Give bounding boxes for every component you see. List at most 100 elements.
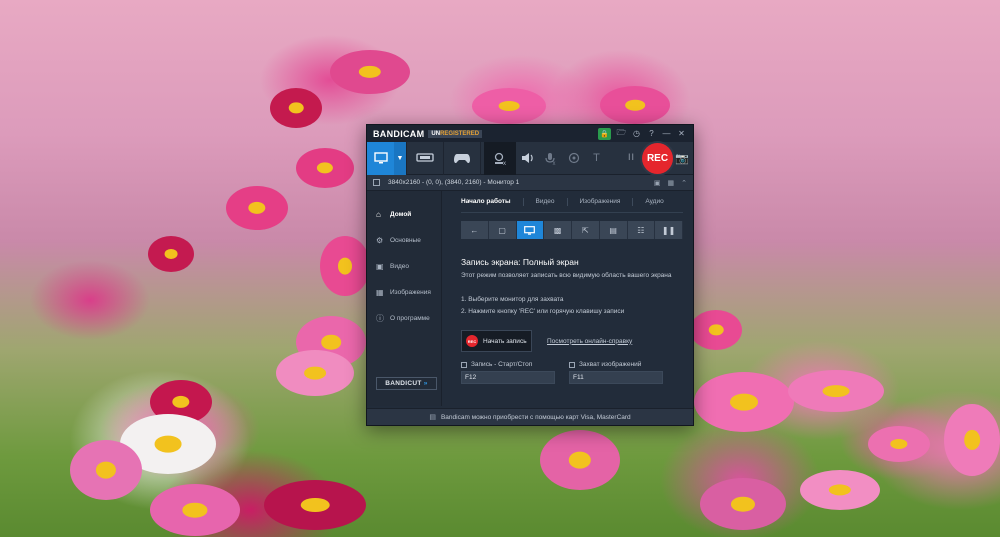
start-recording-button[interactable]: REC Начать запись xyxy=(461,330,532,352)
flower-decoration xyxy=(788,370,884,412)
record-hotkey-checkbox[interactable] xyxy=(461,361,467,368)
flower-decoration xyxy=(800,470,880,510)
rec-dot-icon: REC xyxy=(466,335,478,347)
main-panel: Начало работы Видео Изображения Аудио ← … xyxy=(442,191,693,406)
close-icon[interactable]: ✕ xyxy=(674,125,689,142)
sidebar-item-images[interactable]: ▦ Изображения xyxy=(367,279,441,305)
title-bar-controls: 🔒 🗁 ◷ ? — ✕ xyxy=(598,125,689,142)
tab-images[interactable]: Изображения xyxy=(580,198,621,205)
image-icon[interactable]: ▦ xyxy=(668,179,675,187)
sidebar-item-label: О программе xyxy=(390,314,430,322)
window-mouse-icon: ▩ xyxy=(553,225,562,235)
game-mode-button[interactable] xyxy=(444,141,481,175)
device-mode-button[interactable] xyxy=(407,141,444,175)
rec-button[interactable]: REC xyxy=(642,143,673,174)
device-mode-button[interactable]: ▤ xyxy=(599,221,628,239)
video-icon[interactable]: ▣ xyxy=(654,179,661,187)
fullscreen-mode-button[interactable] xyxy=(516,221,545,239)
flower-decoration xyxy=(700,478,786,530)
actions-row: REC Начать запись Посмотреть онлайн-спра… xyxy=(461,330,683,352)
gamepad-icon xyxy=(454,153,470,163)
capture-target-text: 3840x2160 - (0, 0), (3840, 2160) - Монит… xyxy=(388,179,520,186)
bandicut-suffix: CUT xyxy=(407,380,422,387)
hdmi-icon: ▤ xyxy=(609,225,617,235)
game-mode-button[interactable]: ☷ xyxy=(627,221,656,239)
flower-decoration xyxy=(296,148,354,188)
text-overlay-button[interactable]: T xyxy=(585,142,608,175)
tab-getting-started[interactable]: Начало работы xyxy=(461,198,511,205)
sidebar-item-general[interactable]: ⚙ Основные xyxy=(367,227,441,253)
chevron-up-icon[interactable]: ⌃ xyxy=(681,179,687,187)
audio-only-mode-button[interactable]: ❚❚ xyxy=(655,221,683,239)
speaker-icon xyxy=(522,153,533,163)
webcam-icon: x xyxy=(494,152,506,165)
chevron-down-icon[interactable]: ▼ xyxy=(394,141,407,175)
sidebar-item-video[interactable]: ▣ Видео xyxy=(367,253,441,279)
app-logo: BANDICAM xyxy=(373,128,425,139)
svg-text:x: x xyxy=(503,161,506,165)
sidebar-item-home[interactable]: ⌂ Домой xyxy=(367,201,441,227)
status-bar[interactable]: ▤ Bandicam можно приобрести с помощью ка… xyxy=(367,408,693,425)
sidebar-item-about[interactable]: ⓘ О программе xyxy=(367,305,441,331)
record-hotkey-label: Запись - Старт/Стоп xyxy=(471,361,533,368)
step-1: 1. Выберите монитор для захвата xyxy=(461,296,564,303)
clock-icon[interactable]: ◷ xyxy=(629,125,644,142)
pause-button[interactable]: II xyxy=(628,152,635,162)
capture-options: x x T xyxy=(484,141,608,175)
speaker-button[interactable] xyxy=(516,142,539,175)
around-mouse-mode-button[interactable]: ▩ xyxy=(544,221,572,239)
flower-decoration xyxy=(226,186,288,230)
svg-text:x: x xyxy=(553,161,556,165)
infobar-controls: ▣ ▦ ⌃ xyxy=(654,175,687,191)
back-arrow-button[interactable]: ← xyxy=(461,221,489,239)
folder-icon[interactable]: 🗁 xyxy=(614,125,629,142)
sidebar-item-label: Основные xyxy=(390,236,421,244)
flower-decoration xyxy=(270,88,322,128)
tab-video[interactable]: Видео xyxy=(536,198,555,205)
screen-mode-button[interactable] xyxy=(367,141,394,175)
tab-bar: Начало работы Видео Изображения Аудио xyxy=(461,191,683,213)
target-checkbox[interactable] xyxy=(373,179,380,186)
hdmi-icon xyxy=(416,153,434,162)
flower-decoration xyxy=(600,86,670,124)
help-icon[interactable]: ? xyxy=(644,125,659,142)
flower-decoration xyxy=(148,236,194,272)
gear-icon: ⚙ xyxy=(376,235,384,245)
bandicut-link[interactable]: BANDI CUT » xyxy=(376,377,437,390)
tab-audio[interactable]: Аудио xyxy=(645,198,663,205)
online-help-link[interactable]: Посмотреть онлайн-справку xyxy=(547,338,632,345)
flower-decoration xyxy=(264,480,366,530)
home-icon: ⌂ xyxy=(376,209,381,219)
flower-decoration xyxy=(276,350,354,396)
lock-icon[interactable]: 🔒 xyxy=(598,127,611,140)
cursor-effects-button[interactable] xyxy=(562,142,585,175)
audio-wave-icon: ❚❚ xyxy=(661,225,676,235)
microphone-button[interactable]: x xyxy=(539,142,562,175)
flower-decoration xyxy=(540,430,620,490)
minimize-icon[interactable]: — xyxy=(659,125,674,142)
record-hotkey-field[interactable]: F12 xyxy=(461,371,555,384)
sidebar: ⌂ Домой ⚙ Основные ▣ Видео ▦ Изображения… xyxy=(367,191,442,406)
title-bar: BANDICAM UNREGISTERED 🔒 🗁 ◷ ? — ✕ xyxy=(367,125,693,142)
step-2: 2. Нажмите кнопку 'REC' или горячую клав… xyxy=(461,308,625,315)
flower-decoration xyxy=(690,310,742,350)
info-icon: ⓘ xyxy=(376,313,384,323)
capture-hotkey-field[interactable]: F11 xyxy=(569,371,663,384)
cursor-mode-button[interactable]: ⇱ xyxy=(572,221,600,239)
video-icon: ▣ xyxy=(376,261,384,271)
capture-hotkey-checkbox[interactable] xyxy=(569,361,575,368)
record-hotkey: Запись - Старт/Стоп F12 xyxy=(461,361,555,384)
capture-target-bar: 3840x2160 - (0, 0), (3840, 2160) - Монит… xyxy=(367,175,693,191)
unregistered-badge[interactable]: UNREGISTERED xyxy=(428,129,483,138)
sidebar-item-label: Изображения xyxy=(390,288,431,296)
flower-decoration xyxy=(694,372,794,432)
rectangle-mode-button[interactable]: ▢ xyxy=(488,221,517,239)
status-text: Bandicam можно приобрести с помощью карт… xyxy=(440,413,631,421)
camera-icon[interactable]: 📷 xyxy=(675,152,689,165)
webcam-overlay-button[interactable]: x xyxy=(484,141,516,175)
hotkeys-section: Запись - Старт/Стоп F12 Захват изображен… xyxy=(461,361,683,384)
arrow-right-icon: » xyxy=(423,380,428,387)
monitor-icon xyxy=(373,152,388,164)
mode-description: Этот режим позволяет записать всю видиму… xyxy=(461,272,672,279)
tab-divider xyxy=(522,197,524,206)
